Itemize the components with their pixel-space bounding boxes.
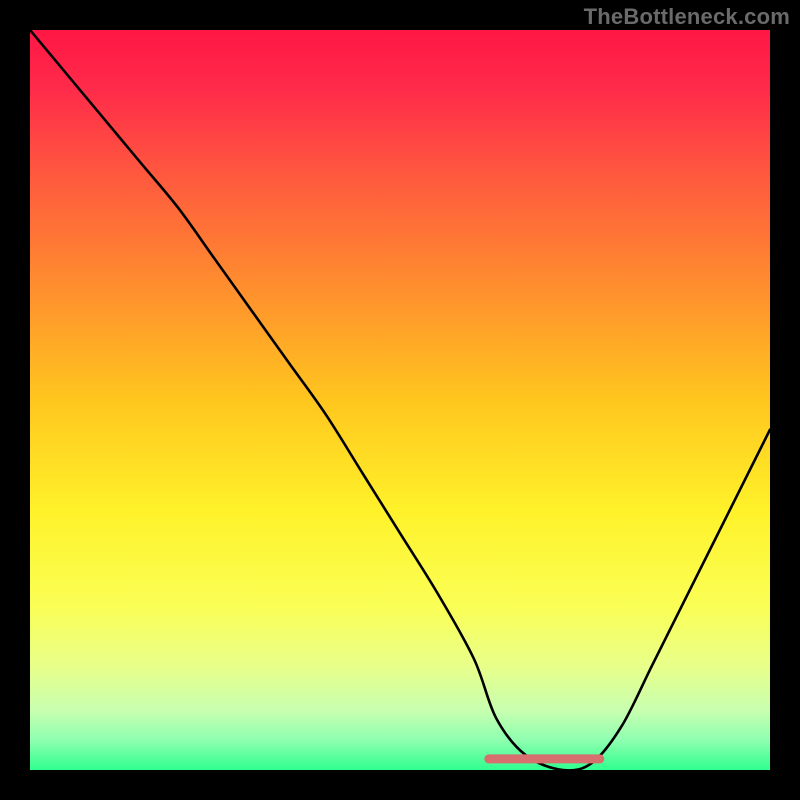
gradient-background (30, 30, 770, 770)
chart-frame: TheBottleneck.com (0, 0, 800, 800)
watermark-text: TheBottleneck.com (584, 4, 790, 30)
chart-svg (30, 30, 770, 770)
chart-plot (30, 30, 770, 770)
